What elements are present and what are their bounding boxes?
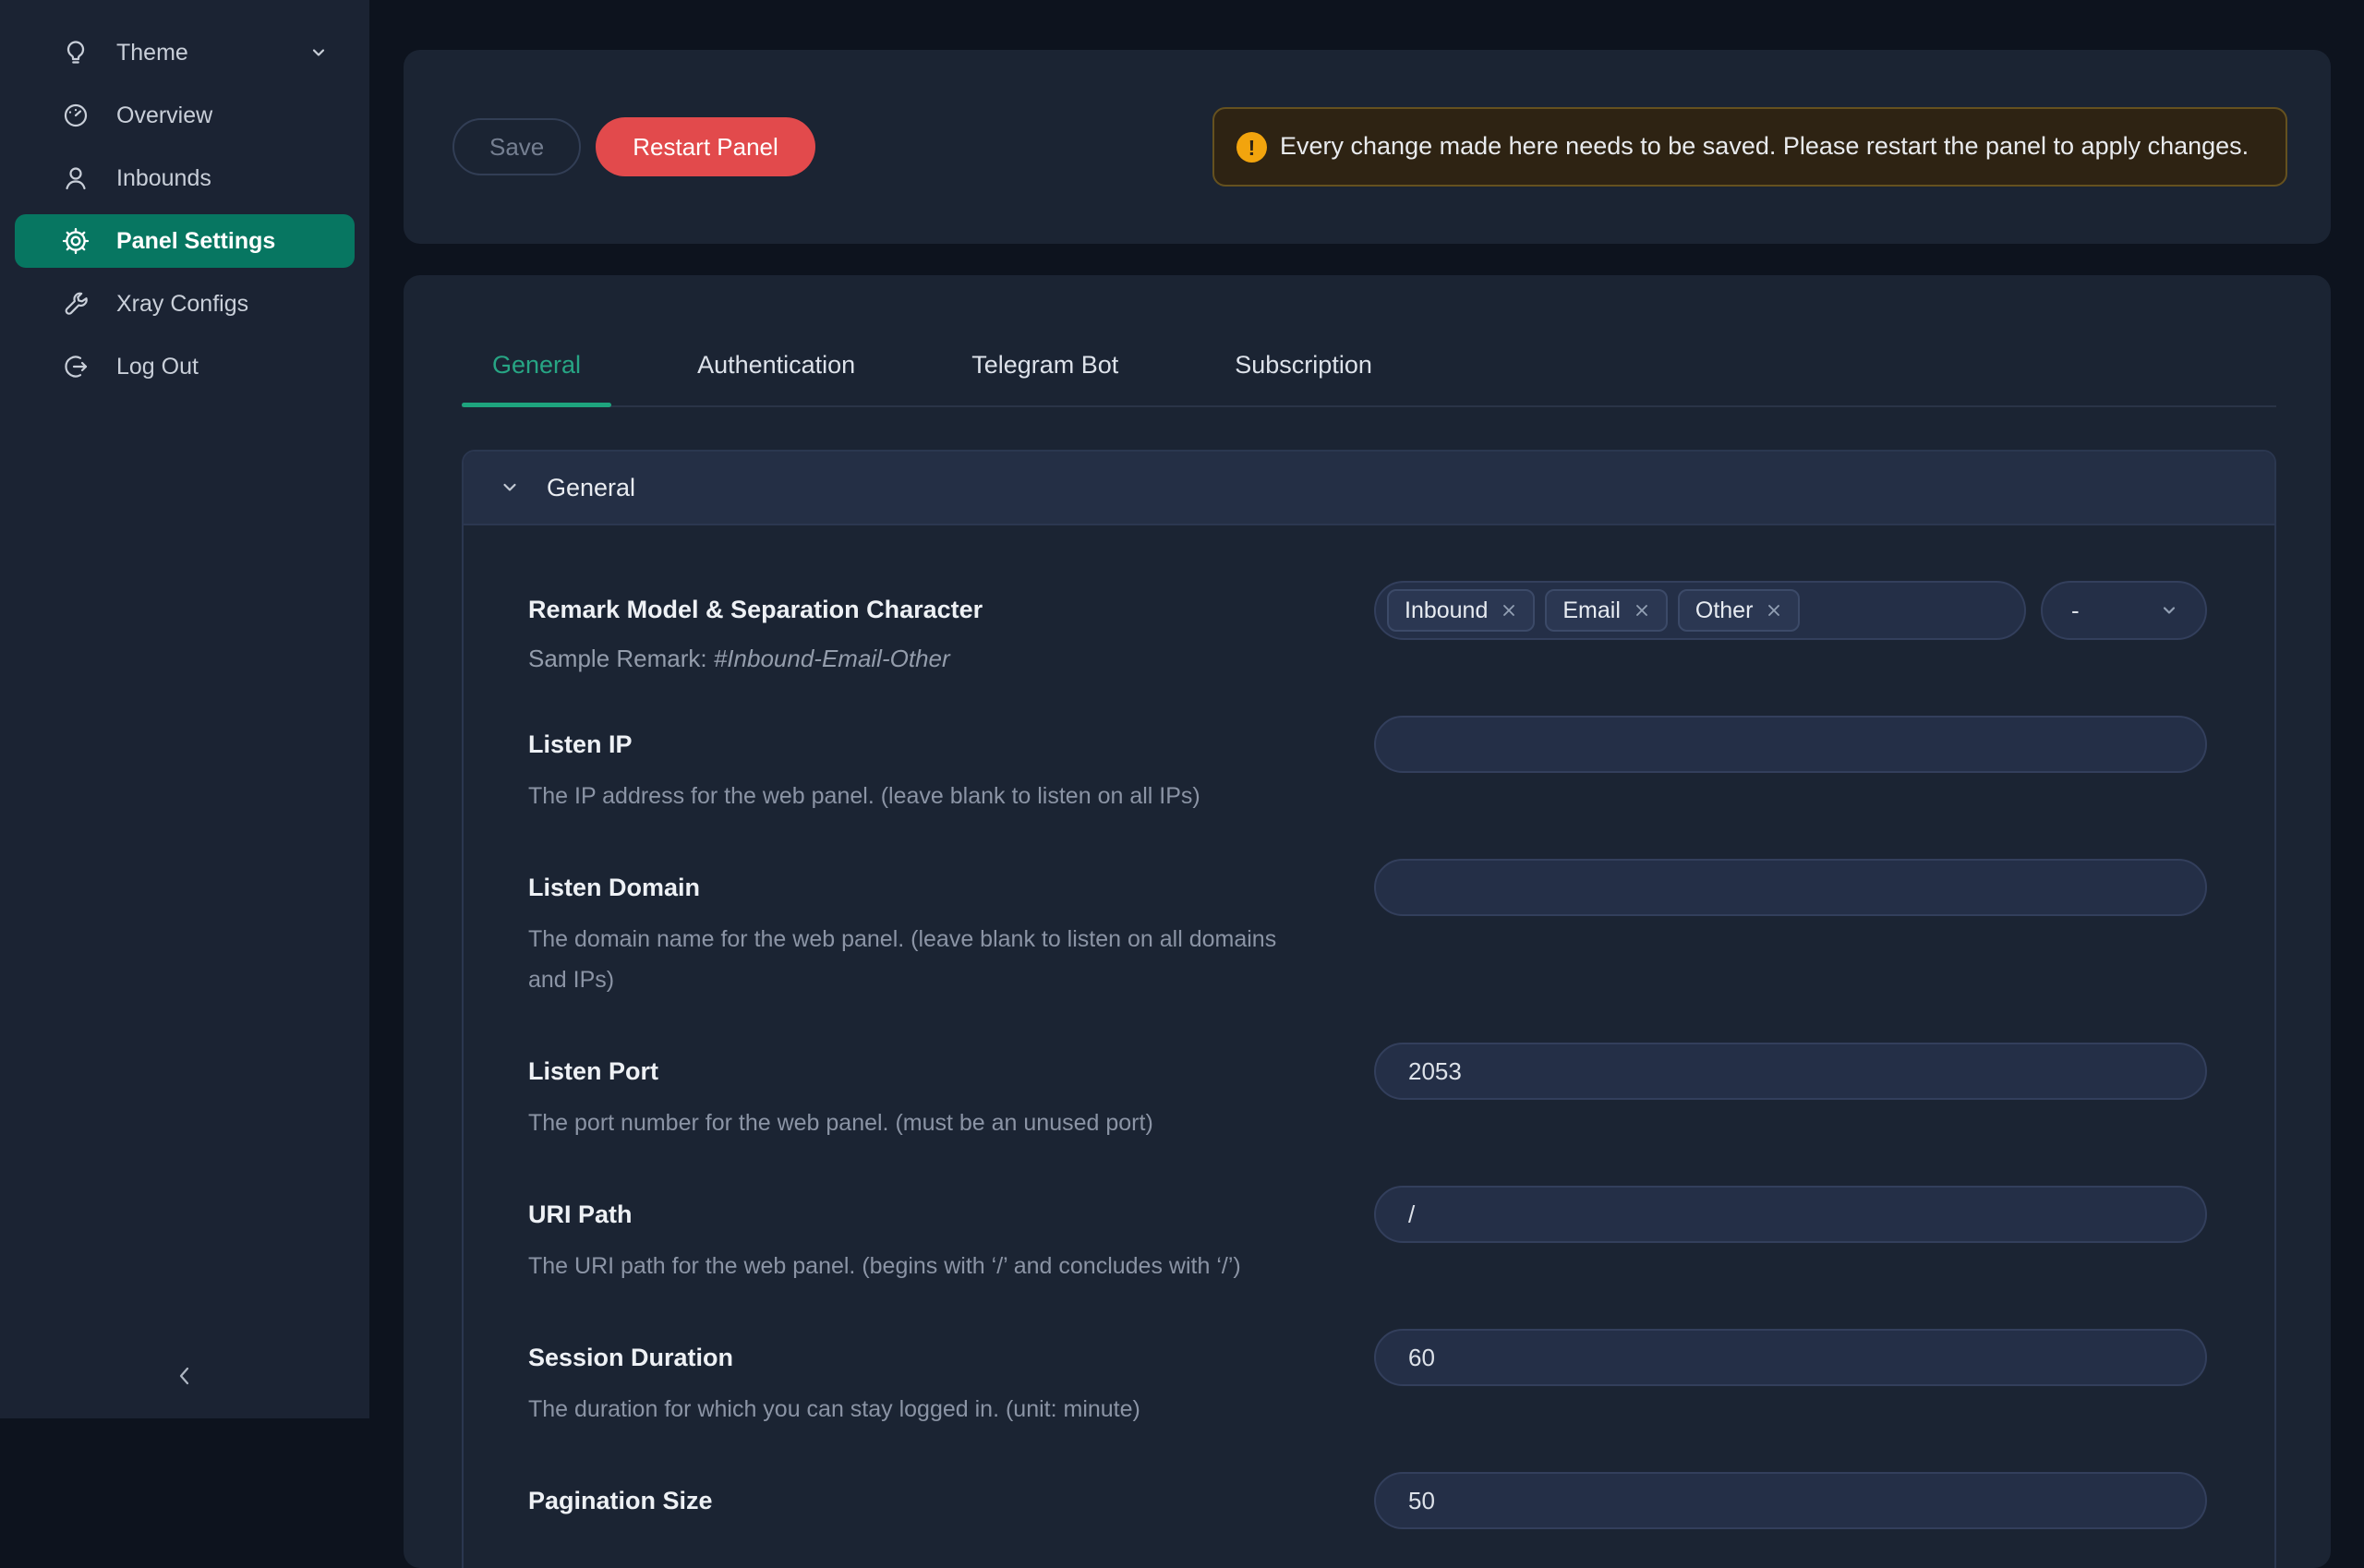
warning-icon: ! (1236, 132, 1267, 163)
remove-tag-icon[interactable] (1501, 602, 1517, 619)
chevron-down-icon (497, 475, 523, 501)
chevron-left-icon (169, 1360, 200, 1396)
save-button[interactable]: Save (452, 118, 581, 175)
form-row-listen-domain: Listen Domain The domain name for the we… (528, 859, 2207, 1000)
toolbar-card: Save Restart Panel ! Every change made h… (404, 50, 2331, 244)
tab-general[interactable]: General (462, 338, 611, 405)
warning-alert: ! Every change made here needs to be sav… (1212, 107, 2287, 187)
tag-inbound: Inbound (1387, 589, 1535, 632)
field-description: The IP address for the web panel. (leave… (528, 776, 1330, 816)
sidebar-item-label: Inbounds (116, 165, 211, 192)
listen-ip-input[interactable] (1374, 716, 2207, 773)
settings-card: General Authentication Telegram Bot Subs… (404, 275, 2331, 1568)
field-label: Session Duration (528, 1329, 1330, 1374)
form-row-pagination-size: Pagination Size (528, 1472, 2207, 1529)
listen-port-input[interactable] (1374, 1043, 2207, 1100)
bulb-icon (61, 38, 90, 67)
remark-model-multiselect[interactable]: Inbound Email (1374, 581, 2026, 640)
sample-remark-value: #Inbound-Email-Other (714, 645, 950, 672)
user-icon (61, 163, 90, 193)
form-row-listen-ip: Listen IP The IP address for the web pan… (528, 716, 2207, 816)
settings-tabs: General Authentication Telegram Bot Subs… (462, 338, 2276, 407)
wrench-icon (61, 289, 90, 319)
warning-alert-text: Every change made here needs to be saved… (1280, 127, 2249, 164)
uri-path-input[interactable] (1374, 1186, 2207, 1243)
field-label: Listen Port (528, 1043, 1330, 1088)
sidebar-item-label: Xray Configs (116, 291, 248, 318)
sidebar-item-inbounds[interactable]: Inbounds (15, 151, 355, 205)
chevron-down-icon (2157, 598, 2181, 622)
field-description: The port number for the web panel. (must… (528, 1103, 1330, 1143)
field-description: The domain name for the web panel. (leav… (528, 919, 1285, 1000)
sidebar-collapse-button[interactable] (0, 1360, 369, 1396)
form-row-session-duration: Session Duration The duration for which … (528, 1329, 2207, 1429)
logout-icon (61, 352, 90, 381)
gauge-icon (61, 101, 90, 130)
field-label: Listen IP (528, 716, 1330, 761)
sidebar-item-theme[interactable]: Theme (15, 26, 355, 79)
sidebar-item-label: Panel Settings (116, 228, 275, 255)
separator-select-value: - (2071, 597, 2080, 625)
field-label: Pagination Size (528, 1472, 1330, 1517)
tag-email: Email (1545, 589, 1668, 632)
pagination-size-input[interactable] (1374, 1472, 2207, 1529)
sidebar-item-log-out[interactable]: Log Out (15, 340, 355, 393)
sidebar-item-overview[interactable]: Overview (15, 89, 355, 142)
sidebar-item-label: Log Out (116, 354, 199, 380)
field-description: The URI path for the web panel. (begins … (528, 1246, 1330, 1286)
sidebar-item-xray-configs[interactable]: Xray Configs (15, 277, 355, 331)
sidebar-item-label: Overview (116, 103, 212, 129)
listen-domain-input[interactable] (1374, 859, 2207, 916)
general-collapse-body: Remark Model & Separation Character Samp… (464, 525, 2274, 1568)
separator-select[interactable]: - (2041, 581, 2207, 640)
general-collapse-panel: General Remark Model & Separation Charac… (462, 450, 2276, 1568)
field-label: Remark Model & Separation Character (528, 581, 1330, 626)
field-description: The duration for which you can stay logg… (528, 1389, 1330, 1429)
tag-other: Other (1678, 589, 1801, 632)
gear-icon (61, 226, 90, 256)
sidebar-item-label: Theme (116, 40, 188, 66)
sidebar: Theme Overview Inbounds (0, 0, 369, 1418)
general-collapse-header[interactable]: General (464, 452, 2274, 525)
session-duration-input[interactable] (1374, 1329, 2207, 1386)
tab-subscription[interactable]: Subscription (1204, 338, 1403, 405)
sample-remark: Sample Remark: #Inbound-Email-Other (528, 645, 1330, 673)
tab-telegram-bot[interactable]: Telegram Bot (941, 338, 1149, 405)
remove-tag-icon[interactable] (1634, 602, 1650, 619)
restart-panel-button[interactable]: Restart Panel (596, 117, 815, 176)
chevron-down-icon (307, 41, 331, 65)
remove-tag-icon[interactable] (1766, 602, 1782, 619)
field-label: Listen Domain (528, 859, 1330, 904)
field-label: URI Path (528, 1186, 1330, 1231)
section-title: General (547, 474, 635, 502)
sidebar-item-panel-settings[interactable]: Panel Settings (15, 214, 355, 268)
tab-authentication[interactable]: Authentication (667, 338, 886, 405)
form-row-uri-path: URI Path The URI path for the web panel.… (528, 1186, 2207, 1286)
form-row-listen-port: Listen Port The port number for the web … (528, 1043, 2207, 1143)
main-content: Save Restart Panel ! Every change made h… (369, 0, 2364, 1418)
form-row-remark-model: Remark Model & Separation Character Samp… (528, 581, 2207, 673)
